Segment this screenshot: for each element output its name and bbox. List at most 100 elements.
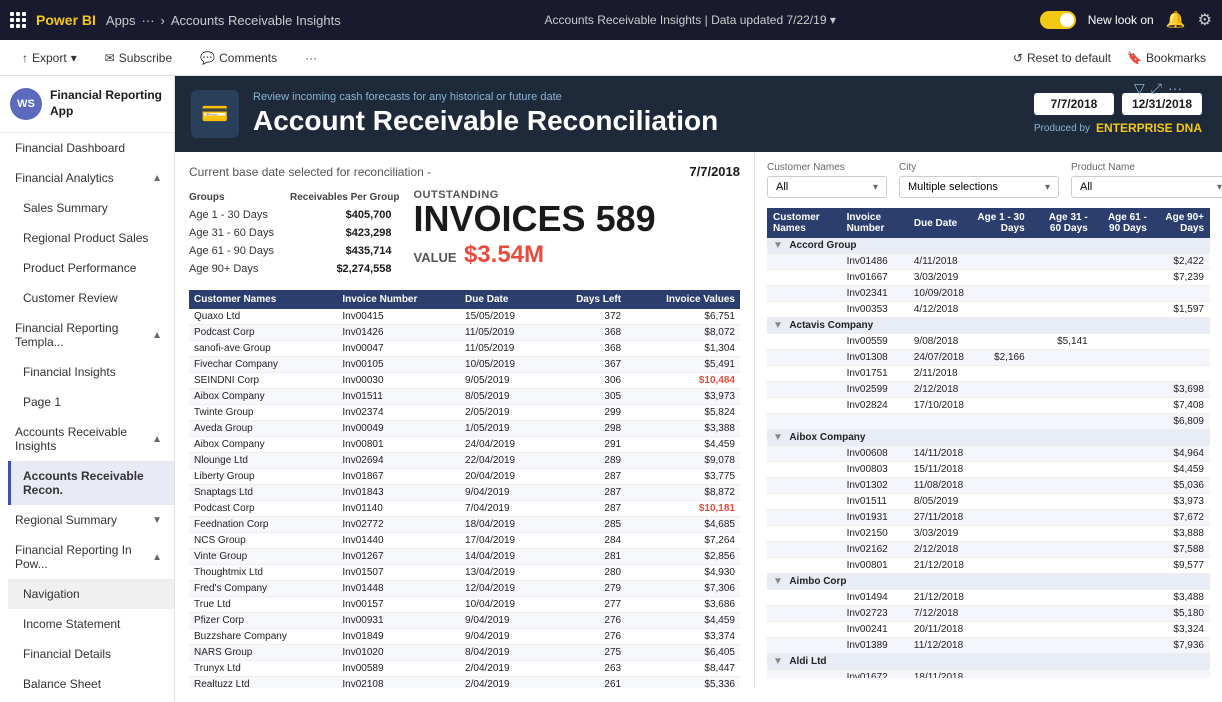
table-row[interactable]: Podcast Corp Inv01426 11/05/2019 368 $8,… [189,325,740,341]
filter-icon[interactable]: ▽ [1134,80,1145,97]
ar-data-row[interactable]: Inv01486 4/11/2018 $2,422 [767,254,1210,270]
more-button[interactable]: ··· [299,47,323,69]
ar-group-row[interactable]: ▼ Accord Group [767,238,1210,254]
new-look-toggle[interactable] [1040,11,1076,29]
table-row[interactable]: Quaxo Ltd Inv00415 15/05/2019 372 $6,751 [189,309,740,325]
table-row[interactable]: Vinte Group Inv01267 14/04/2019 281 $2,8… [189,549,740,565]
group-row: Age 90+ Days $2,274,558 [189,260,400,278]
sidebar-item-financial-reporting-templates[interactable]: Financial Reporting Templa... ▲ [0,313,174,357]
product-name-dropdown[interactable]: All ▾ [1071,176,1222,198]
due-cell: 11/05/2019 [460,325,547,341]
sidebar-item-navigation[interactable]: Navigation [8,579,174,609]
sidebar-item-financial-insights[interactable]: Financial Insights [8,357,174,387]
table-row[interactable]: NARS Group Inv01020 8/04/2019 275 $6,405 [189,645,740,661]
table-row[interactable]: Aibox Company Inv01511 8/05/2019 305 $3,… [189,389,740,405]
ar-data-row[interactable]: Inv02723 7/12/2018 $5,180 [767,606,1210,622]
ar-data-row[interactable]: Inv01672 18/11/2018 [767,670,1210,679]
invoice-cell: Inv00931 [337,613,460,629]
table-row[interactable]: Realtuzz Ltd Inv02108 2/04/2019 261 $5,3… [189,677,740,689]
ar-group-row[interactable]: ▼ Aldi Ltd [767,654,1210,670]
ar-data-row[interactable]: Inv00353 4/12/2018 $1,597 [767,302,1210,318]
reset-button[interactable]: ↺ Reset to default [1013,51,1111,65]
ar-customer-cell [767,382,841,398]
table-row[interactable]: Aveda Group Inv00049 1/05/2019 298 $3,38… [189,421,740,437]
sidebar-item-ar-recon[interactable]: Accounts Receivable Recon. [8,461,174,505]
table-row[interactable]: Nlounge Ltd Inv02694 22/04/2019 289 $9,0… [189,453,740,469]
ar-data-row[interactable]: Inv02341 10/09/2018 [767,286,1210,302]
sidebar-item-customer-review[interactable]: Customer Review [8,283,174,313]
ar-data-row[interactable]: Inv02824 17/10/2018 $7,408 [767,398,1210,414]
table-row[interactable]: Snaptags Ltd Inv01843 9/04/2019 287 $8,8… [189,485,740,501]
ar-data-row[interactable]: Inv00803 15/11/2018 $4,459 [767,462,1210,478]
ar-data-row[interactable]: Inv00801 21/12/2018 $9,577 [767,558,1210,574]
value-cell: $7,264 [626,533,740,549]
settings-icon[interactable]: ⚙ [1198,10,1212,30]
table-row[interactable]: Fivechar Company Inv00105 10/05/2019 367… [189,357,740,373]
table-row[interactable]: sanofi-ave Group Inv00047 11/05/2019 368… [189,341,740,357]
more-options-icon[interactable]: ··· [1168,80,1182,97]
sidebar-item-regional-summary[interactable]: Regional Summary ▼ [0,505,174,535]
ar-data-row[interactable]: Inv01667 3/03/2019 $7,239 [767,270,1210,286]
ar-data-row[interactable]: Inv01511 8/05/2019 $3,973 [767,494,1210,510]
ar-data-row[interactable]: Inv01308 24/07/2018 $2,166 [767,350,1210,366]
comments-button[interactable]: 💬 Comments [194,47,283,69]
table-row[interactable]: Fred's Company Inv01448 12/04/2019 279 $… [189,581,740,597]
table-row[interactable]: Trunyx Ltd Inv00589 2/04/2019 263 $8,447 [189,661,740,677]
sidebar-item-financial-reporting-in-power[interactable]: Financial Reporting In Pow... ▲ [0,535,174,579]
table-row[interactable]: Aibox Company Inv00801 24/04/2019 291 $4… [189,437,740,453]
sidebar-item-balance-sheet[interactable]: Balance Sheet [8,669,174,699]
value-cell: $4,459 [626,613,740,629]
table-row[interactable]: Podcast Corp Inv01140 7/04/2019 287 $10,… [189,501,740,517]
sidebar-item-accounts-receivable-insights[interactable]: Accounts Receivable Insights ▲ [0,417,174,461]
ar-a2-cell [1031,302,1094,318]
ar-data-row[interactable]: Inv01494 21/12/2018 $3,488 [767,590,1210,606]
table-row[interactable]: SEINDNI Corp Inv00030 9/05/2019 306 $10,… [189,373,740,389]
ar-data-row[interactable]: Inv00559 9/08/2018 $5,141 [767,334,1210,350]
ar-data-row[interactable]: Inv02150 3/03/2019 $3,888 [767,526,1210,542]
ar-group-row[interactable]: ▼ Aibox Company [767,430,1210,446]
table-row[interactable]: NCS Group Inv01440 17/04/2019 284 $7,264 [189,533,740,549]
sidebar-item-product-performance[interactable]: Product Performance [8,253,174,283]
sidebar-item-regional-product-sales[interactable]: Regional Product Sales [8,223,174,253]
ar-group-row[interactable]: ▼ Aimbo Corp [767,574,1210,590]
days-cell: 261 [547,677,626,689]
col-invoice-number: Invoice Number [337,290,460,309]
sidebar-item-income-statement[interactable]: Income Statement [8,609,174,639]
subscribe-button[interactable]: ✉ Subscribe [99,47,178,69]
sidebar-item-financial-details[interactable]: Financial Details [8,639,174,669]
table-row[interactable]: Liberty Group Inv01867 20/04/2019 287 $3… [189,469,740,485]
customer-names-dropdown[interactable]: All ▾ [767,176,887,198]
sidebar-item-page-1[interactable]: Page 1 [8,387,174,417]
ar-data-row[interactable]: Inv02162 2/12/2018 $7,588 [767,542,1210,558]
city-dropdown[interactable]: Multiple selections ▾ [899,176,1059,198]
bookmarks-button[interactable]: 🔖 Bookmarks [1127,51,1206,65]
ar-data-row[interactable]: Inv01302 11/08/2018 $5,036 [767,478,1210,494]
table-row[interactable]: Thoughtmix Ltd Inv01507 13/04/2019 280 $… [189,565,740,581]
ar-invoice-cell: Inv00241 [841,622,908,638]
sidebar-item-financial-analytics[interactable]: Financial Analytics ▲ [0,163,174,193]
table-row[interactable]: Feednation Corp Inv02772 18/04/2019 285 … [189,517,740,533]
expand-icon[interactable]: ⤢ [1151,80,1162,97]
ar-data-row[interactable]: Inv02599 2/12/2018 $3,698 [767,382,1210,398]
table-row[interactable]: Pfizer Corp Inv00931 9/04/2019 276 $4,45… [189,613,740,629]
ar-data-row[interactable]: Inv01751 2/11/2018 [767,366,1210,382]
ar-group-row[interactable]: ▼ Actavis Company [767,318,1210,334]
table-row[interactable]: Twinte Group Inv02374 2/05/2019 299 $5,8… [189,405,740,421]
table-row[interactable]: True Ltd Inv00157 10/04/2019 277 $3,686 [189,597,740,613]
ar-data-row[interactable]: Inv01931 27/11/2018 $7,672 [767,510,1210,526]
sidebar-item-sales-summary[interactable]: Sales Summary [8,193,174,223]
ar-data-row[interactable]: Inv00608 14/11/2018 $4,964 [767,446,1210,462]
grid-icon[interactable] [10,12,26,28]
date-picker-start[interactable]: 7/7/2018 [1034,93,1114,115]
dropdown-arrow[interactable]: ▾ [830,13,836,27]
bell-icon[interactable]: 🔔 [1166,10,1186,30]
apps-link[interactable]: Apps [106,13,136,28]
table-row[interactable]: Buzzshare Company Inv01849 9/04/2019 276… [189,629,740,645]
ar-a1-cell [970,366,1031,382]
ar-data-row[interactable]: Inv01389 11/12/2018 $7,936 [767,638,1210,654]
ar-data-row[interactable]: Inv00241 20/11/2018 $3,324 [767,622,1210,638]
export-button[interactable]: ↑ Export ▾ [16,47,83,69]
sidebar-item-financial-dashboard[interactable]: Financial Dashboard [0,133,174,163]
days-cell: 285 [547,517,626,533]
expand-icon: ▼ [773,656,783,667]
